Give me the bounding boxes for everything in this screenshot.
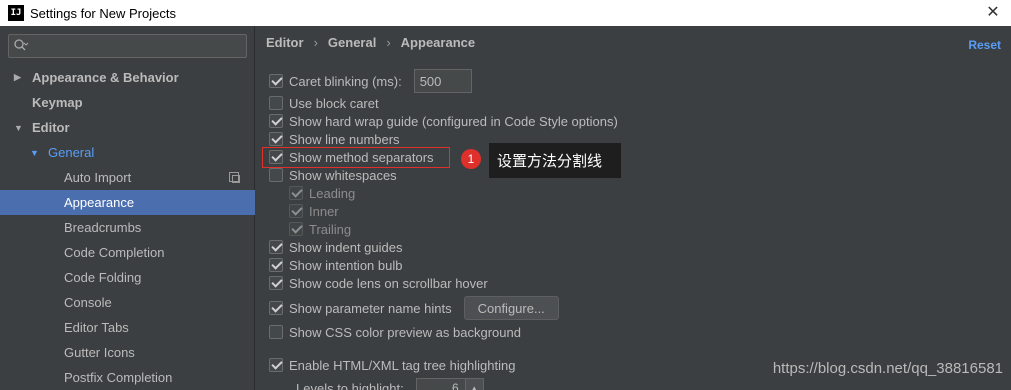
sidebar-item-postfix-completion[interactable]: Postfix Completion (0, 365, 255, 390)
settings-sidebar: ▶ Appearance & Behavior Keymap ▼ Editor … (0, 26, 255, 390)
option-label: Enable HTML/XML tag tree highlighting (289, 357, 516, 373)
option-label: Show CSS color preview as background (289, 324, 521, 340)
sidebar-item-console[interactable]: Console (0, 290, 255, 315)
levels-option: Levels to highlight: 6 ▲ (296, 377, 484, 390)
levels-value[interactable]: 6 (415, 378, 466, 390)
html-tag-tree-option[interactable]: Enable HTML/XML tag tree highlighting (269, 356, 515, 374)
breadcrumb-item[interactable]: General (328, 35, 376, 50)
settings-search[interactable] (8, 34, 247, 58)
leading-checkbox (289, 186, 303, 200)
levels-stepper[interactable]: 6 ▲ (415, 378, 484, 390)
breadcrumb-item: Appearance (400, 35, 476, 50)
param-hints-checkbox[interactable] (269, 301, 283, 315)
option-label: Use block caret (289, 95, 379, 111)
sidebar-item-label: Gutter Icons (64, 345, 135, 360)
reset-link[interactable]: Reset (968, 38, 1001, 52)
option-label: Show code lens on scrollbar hover (289, 275, 488, 291)
sidebar-item-label: Console (64, 295, 112, 310)
option-label: Show hard wrap guide (configured in Code… (289, 113, 618, 129)
sidebar-item-code-completion[interactable]: Code Completion (0, 240, 255, 265)
configure-button[interactable]: Configure... (463, 296, 559, 320)
annotation-highlight-box (262, 147, 450, 168)
annotation-callout: 设置方法分割线 (489, 143, 621, 178)
leading-option: Leading (289, 184, 355, 202)
inner-option: Inner (289, 202, 339, 220)
intellij-logo-icon: IJ (8, 5, 24, 21)
line-numbers-option[interactable]: Show line numbers (269, 130, 400, 148)
hard-wrap-checkbox[interactable] (269, 114, 283, 128)
option-label: Inner (309, 203, 339, 219)
expand-arrow-icon[interactable]: ▶ (14, 72, 26, 83)
sidebar-item-code-folding[interactable]: Code Folding (0, 265, 255, 290)
inner-checkbox (289, 204, 303, 218)
sidebar-item-label: General (48, 145, 95, 160)
sidebar-item-label: Auto Import (64, 170, 132, 185)
breadcrumb-item[interactable]: Editor (266, 35, 304, 50)
breadcrumb: Editor › General › Appearance (266, 35, 475, 50)
intention-bulb-option[interactable]: Show intention bulb (269, 256, 402, 274)
sidebar-item-appearance-behavior[interactable]: ▶ Appearance & Behavior (0, 65, 255, 90)
hard-wrap-option[interactable]: Show hard wrap guide (configured in Code… (269, 112, 618, 130)
sidebar-item-label: Breadcrumbs (64, 220, 142, 235)
breadcrumb-separator: › (386, 35, 391, 50)
close-icon[interactable]: ✕ (983, 2, 1003, 22)
option-label: Leading (309, 185, 356, 201)
sidebar-item-label: Code Folding (64, 270, 142, 285)
html-tag-tree-checkbox[interactable] (269, 358, 283, 372)
sidebar-item-label: Keymap (32, 95, 83, 110)
watermark: https://blog.csdn.net/qq_38816581 (772, 360, 1003, 377)
annotation-badge: 1 (461, 149, 481, 169)
option-label: Levels to highlight: (296, 380, 404, 390)
trailing-checkbox (289, 222, 303, 236)
window-title: Settings for New Projects (30, 5, 176, 21)
css-color-checkbox[interactable] (269, 325, 283, 339)
option-label: Caret blinking (ms): (289, 73, 402, 89)
whitespaces-option[interactable]: Show whitespaces (269, 166, 397, 184)
caret-blinking-checkbox[interactable] (269, 74, 283, 88)
sidebar-item-appearance[interactable]: Appearance (0, 190, 255, 215)
sidebar-item-label: Editor Tabs (64, 320, 129, 335)
sidebar-item-gutter-icons[interactable]: Gutter Icons (0, 340, 255, 365)
sidebar-item-keymap[interactable]: Keymap (0, 90, 255, 115)
code-lens-checkbox[interactable] (269, 276, 283, 290)
sidebar-item-label: Code Completion (64, 245, 165, 260)
block-caret-option[interactable]: Use block caret (269, 94, 379, 112)
caret-blinking-input[interactable]: 500 (413, 69, 472, 93)
sidebar-item-auto-import[interactable]: Auto Import (0, 165, 255, 190)
sidebar-item-editor[interactable]: ▼ Editor (0, 115, 255, 140)
line-numbers-checkbox[interactable] (269, 132, 283, 146)
caret-blinking-option[interactable]: Caret blinking (ms): 500 (269, 69, 472, 93)
sidebar-item-label: Postfix Completion (64, 370, 173, 385)
indent-guides-checkbox[interactable] (269, 240, 283, 254)
sidebar-item-label: Appearance & Behavior (32, 70, 179, 85)
trailing-option: Trailing (289, 220, 351, 238)
block-caret-checkbox[interactable] (269, 96, 283, 110)
option-label: Show parameter name hints (289, 300, 452, 316)
collapse-arrow-icon[interactable]: ▼ (14, 123, 26, 133)
sidebar-item-general[interactable]: ▼ General (0, 140, 255, 165)
whitespaces-checkbox[interactable] (269, 168, 283, 182)
breadcrumb-separator: › (313, 35, 318, 50)
indent-guides-option[interactable]: Show indent guides (269, 238, 402, 256)
project-scope-icon (229, 172, 240, 183)
option-label: Show intention bulb (289, 257, 403, 273)
intention-bulb-checkbox[interactable] (269, 258, 283, 272)
option-label: Show whitespaces (289, 167, 397, 183)
option-label: Show indent guides (289, 239, 403, 255)
title-bar: IJ Settings for New Projects ✕ (0, 0, 1011, 26)
collapse-arrow-icon[interactable]: ▼ (30, 148, 42, 158)
option-label: Trailing (309, 221, 352, 237)
sidebar-item-breadcrumbs[interactable]: Breadcrumbs (0, 215, 255, 240)
param-hints-option[interactable]: Show parameter name hints Configure... (269, 296, 559, 320)
code-lens-option[interactable]: Show code lens on scrollbar hover (269, 274, 488, 292)
sidebar-item-label: Appearance (64, 195, 135, 210)
option-label: Show line numbers (289, 131, 400, 147)
search-icon (13, 38, 29, 54)
sidebar-item-label: Editor (32, 120, 70, 135)
css-color-option[interactable]: Show CSS color preview as background (269, 323, 521, 341)
sidebar-item-editor-tabs[interactable]: Editor Tabs (0, 315, 255, 340)
stepper-up-icon[interactable]: ▲ (465, 378, 484, 390)
search-input[interactable] (33, 37, 243, 55)
